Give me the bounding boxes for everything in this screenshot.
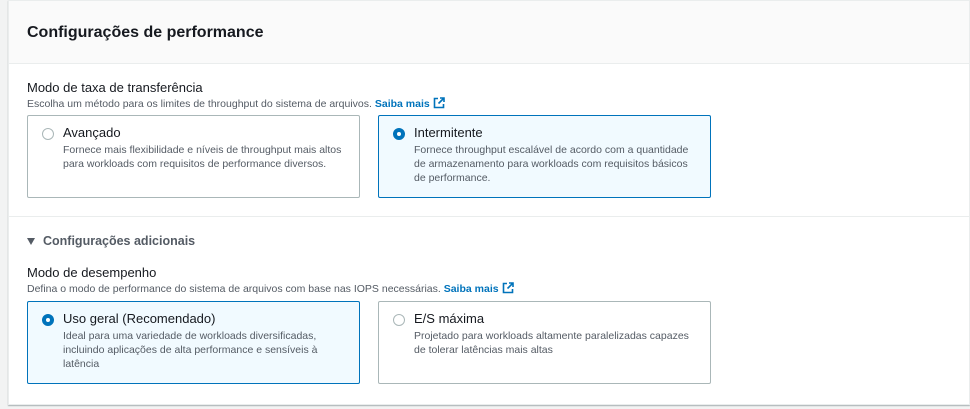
external-link-icon [502, 282, 514, 297]
option-title: Avançado [63, 125, 121, 140]
caret-down-icon [27, 237, 35, 245]
panel-title: Configurações de performance [27, 24, 264, 41]
throughput-description-text: Escolha um método para os limites de thr… [27, 98, 372, 110]
performance-option-general-purpose[interactable]: Uso geral (Recomendado) Ideal para uma v… [27, 301, 360, 384]
option-description: Fornece throughput escalável de acordo c… [414, 144, 689, 184]
option-title: E/S máxima [414, 311, 485, 326]
radio-button[interactable] [42, 128, 54, 140]
option-title: Intermitente [414, 125, 483, 140]
performance-mode-description: Defina o modo de performance do sistema … [27, 282, 514, 297]
performance-learn-more-label: Saiba mais [443, 283, 499, 295]
throughput-mode-description: Escolha um método para os limites de thr… [27, 97, 445, 112]
additional-settings-expander[interactable]: Configurações adicionais [27, 234, 195, 248]
option-description: Ideal para uma variedade de workloads di… [63, 330, 318, 370]
performance-option-max-io[interactable]: E/S máxima Projetado para workloads alta… [378, 301, 711, 384]
radio-button[interactable] [393, 314, 405, 326]
radio-button-selected[interactable] [393, 128, 405, 140]
option-title: Uso geral (Recomendado) [63, 311, 216, 326]
radio-button-selected[interactable] [42, 314, 54, 326]
throughput-learn-more-link[interactable]: Saiba mais [374, 97, 445, 112]
throughput-learn-more-label: Saiba mais [374, 98, 430, 110]
expander-label: Configurações adicionais [43, 234, 196, 248]
option-description: Projetado para workloads altamente paral… [414, 330, 689, 356]
performance-mode-label: Modo de desempenho [27, 265, 157, 280]
performance-description-text: Defina o modo de performance do sistema … [27, 283, 441, 295]
section-divider [9, 216, 969, 217]
throughput-mode-label: Modo de taxa de transferência [27, 80, 203, 95]
throughput-option-bursting[interactable]: Intermitente Fornece throughput escaláve… [378, 115, 711, 198]
performance-settings-panel: Configurações de performance Modo de tax… [8, 0, 970, 405]
throughput-option-advanced[interactable]: Avançado Fornece mais flexibilidade e ní… [27, 115, 360, 198]
option-description: Fornece mais flexibilidade e níveis de t… [63, 144, 342, 170]
performance-learn-more-link[interactable]: Saiba mais [443, 282, 514, 297]
external-link-icon [433, 97, 445, 112]
panel-header: Configurações de performance [9, 1, 969, 64]
